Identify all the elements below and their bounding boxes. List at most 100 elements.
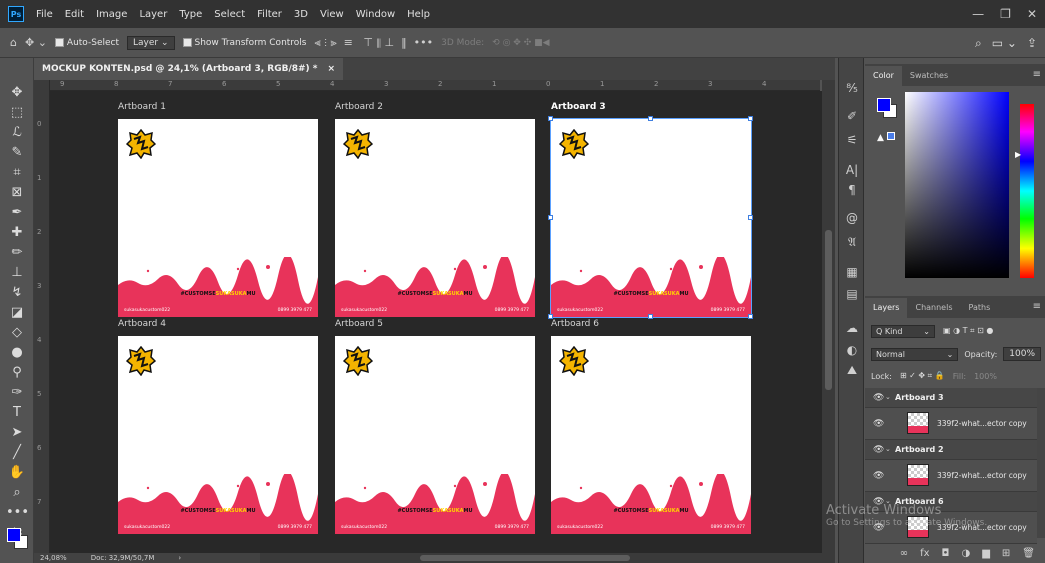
menu-select[interactable]: Select [208, 9, 251, 20]
panel-menu-icon[interactable]: ≡ [1033, 301, 1041, 312]
font-styles-icon[interactable]: 𝔄 [844, 234, 860, 250]
adjustments-icon[interactable]: ⚟ [844, 132, 860, 148]
new-layer-icon[interactable]: ⊞ [1002, 548, 1010, 559]
tab-layers[interactable]: Layers [865, 298, 908, 318]
transform-handle[interactable] [748, 215, 753, 220]
tab-channels[interactable]: Channels [907, 298, 960, 318]
gradient-tool-icon[interactable]: ◇ [6, 324, 28, 342]
layer-row[interactable]: 👁 339f2-what...ector copy [865, 408, 1037, 440]
quick-select-tool-icon[interactable]: ✎ [6, 144, 28, 162]
transform-handle[interactable] [748, 314, 753, 319]
transform-handle[interactable] [648, 314, 653, 319]
brush-settings-icon[interactable]: ✐ [844, 108, 860, 124]
more-tools-icon[interactable]: ••• [6, 504, 29, 522]
marquee-tool-icon[interactable]: ⬚ [6, 104, 28, 122]
hue-slider[interactable] [1020, 104, 1034, 278]
layers-scrollbar[interactable] [1037, 388, 1045, 538]
scroll-thumb[interactable] [825, 230, 832, 390]
fx-icon[interactable]: fx [920, 548, 929, 559]
brush-tool-icon[interactable]: ✏ [6, 244, 28, 262]
hand-tool-icon[interactable]: ✋ [6, 464, 28, 482]
eyedropper-tool-icon[interactable]: ✒ [6, 204, 28, 222]
chevron-down-icon[interactable]: ⌄ [885, 445, 891, 453]
transform-handle[interactable] [548, 215, 553, 220]
transform-handle[interactable] [548, 116, 553, 121]
foreground-color-swatch[interactable] [7, 528, 21, 542]
zoom-level[interactable]: 24,08% [40, 554, 67, 562]
layer-group-row[interactable]: 👁 ⌄ Artboard 3 [865, 388, 1037, 408]
scroll-thumb[interactable] [420, 555, 630, 561]
link-layers-icon[interactable]: ∞ [900, 548, 908, 559]
artboard[interactable]: #CUSTOMSESUKASUKAMU sukasukacustom022 0899… [551, 336, 751, 534]
menu-type[interactable]: Type [173, 9, 208, 20]
show-transform-checkbox[interactable]: Show Transform Controls [182, 38, 307, 48]
new-group-icon[interactable]: ▆ [982, 548, 990, 559]
menu-edit[interactable]: Edit [59, 9, 90, 20]
document-tab[interactable]: MOCKUP KONTEN.psd @ 24,1% (Artboard 3, R… [34, 58, 344, 80]
minimize-icon[interactable]: — [972, 7, 984, 21]
tab-color[interactable]: Color [865, 66, 902, 86]
line-tool-icon[interactable]: ╱ [6, 444, 28, 462]
tab-swatches[interactable]: Swatches [902, 66, 956, 86]
filter-icons[interactable]: ▣ ◑ T ⌗ ⊡ ● [943, 326, 993, 336]
move-tool-icon[interactable]: ✥ ⌄ [25, 36, 47, 49]
menu-view[interactable]: View [314, 9, 350, 20]
transform-handle[interactable] [748, 116, 753, 121]
visibility-eye-icon[interactable]: 👁 [873, 419, 884, 429]
path-selection-tool-icon[interactable]: ➤ [6, 424, 28, 442]
add-mask-icon[interactable]: ◘ [942, 548, 950, 559]
hue-marker-icon[interactable]: ▶ [1015, 150, 1021, 159]
crop-tool-icon[interactable]: ⌗ [6, 164, 28, 182]
fill-input[interactable]: 100% [974, 372, 997, 381]
artboard-label[interactable]: Artboard 3 [551, 102, 606, 112]
menu-help[interactable]: Help [401, 9, 436, 20]
restore-icon[interactable]: ❐ [1000, 7, 1011, 21]
auto-select-checkbox[interactable]: Auto-Select [54, 38, 119, 48]
paragraph-icon[interactable]: ¶ [844, 182, 860, 198]
close-tab-icon[interactable]: × [328, 64, 336, 74]
panel-menu-icon[interactable]: ≡ [1033, 69, 1041, 80]
clone-stamp-tool-icon[interactable]: ⊥ [6, 264, 28, 282]
artboard[interactable]: #CUSTOMSESUKASUKAMU sukasukacustom022 0899… [118, 119, 318, 317]
move-tool-icon[interactable]: ✥ [6, 84, 28, 102]
menu-filter[interactable]: Filter [251, 9, 288, 20]
visibility-eye-icon[interactable]: 👁 [873, 471, 884, 481]
layer-group-row[interactable]: 👁 ⌄ Artboard 2 [865, 440, 1037, 460]
blend-mode-dropdown[interactable]: Normal ⌄ [871, 347, 959, 361]
blur-tool-icon[interactable]: ● [6, 344, 28, 362]
history-brush-tool-icon[interactable]: ↯ [6, 284, 28, 302]
horizontal-scrollbar[interactable] [260, 553, 835, 563]
zoom-tool-icon[interactable]: ⌕ [6, 484, 28, 502]
artboard-label[interactable]: Artboard 1 [118, 102, 166, 112]
chevron-right-icon[interactable]: › [178, 554, 181, 562]
align-icons[interactable]: ⫷ ⫶ ⫸ ≡ ⊤ ⫴ ⊥ ‖ ••• [315, 36, 434, 50]
visibility-eye-icon[interactable]: 👁 [873, 393, 884, 403]
glyphs-icon[interactable]: @ [844, 210, 860, 226]
adjustment-layer-icon[interactable]: ◑ [961, 548, 970, 559]
transform-handle[interactable] [648, 116, 653, 121]
menu-image[interactable]: Image [90, 9, 133, 20]
artboard-label[interactable]: Artboard 4 [118, 319, 166, 329]
menu-3d[interactable]: 3D [288, 9, 314, 20]
menu-layer[interactable]: Layer [133, 9, 173, 20]
history-icon[interactable]: ⁸⁄₅ [844, 80, 860, 96]
image-icon[interactable]: ⛰ [844, 362, 860, 378]
healing-brush-tool-icon[interactable]: ✚ [6, 224, 28, 242]
artboard[interactable]: #CUSTOMSESUKASUKAMU sukasukacustom022 0899… [335, 336, 535, 534]
libraries-icon[interactable]: ▤ [844, 286, 860, 302]
artboard-selection[interactable] [550, 118, 752, 318]
chevron-down-icon[interactable]: ⌄ [885, 393, 891, 401]
workspace-icon[interactable]: ▭ ⌄ [992, 36, 1017, 50]
artboard[interactable]: #CUSTOMSESUKASUKAMU sukasukacustom022 0899… [118, 336, 318, 534]
canvas-area[interactable]: Artboard 1 #CUSTOMSESUKASUKAMU sukasukacus… [50, 91, 822, 553]
opacity-input[interactable]: 100% [1003, 347, 1041, 361]
contrast-icon[interactable]: ◐ [844, 342, 860, 358]
search-icon[interactable]: ⌕ [975, 36, 982, 51]
vertical-scrollbar[interactable] [822, 80, 835, 553]
cloud-icon[interactable]: ☁ [844, 320, 860, 336]
artboard[interactable]: #CUSTOMSESUKASUKAMU sukasukacustom022 0899… [335, 119, 535, 317]
close-icon[interactable]: ✕ [1027, 7, 1037, 21]
color-field[interactable] [905, 92, 1009, 278]
frame-tool-icon[interactable]: ⊠ [6, 184, 28, 202]
share-icon[interactable]: ⇪ [1027, 36, 1037, 50]
